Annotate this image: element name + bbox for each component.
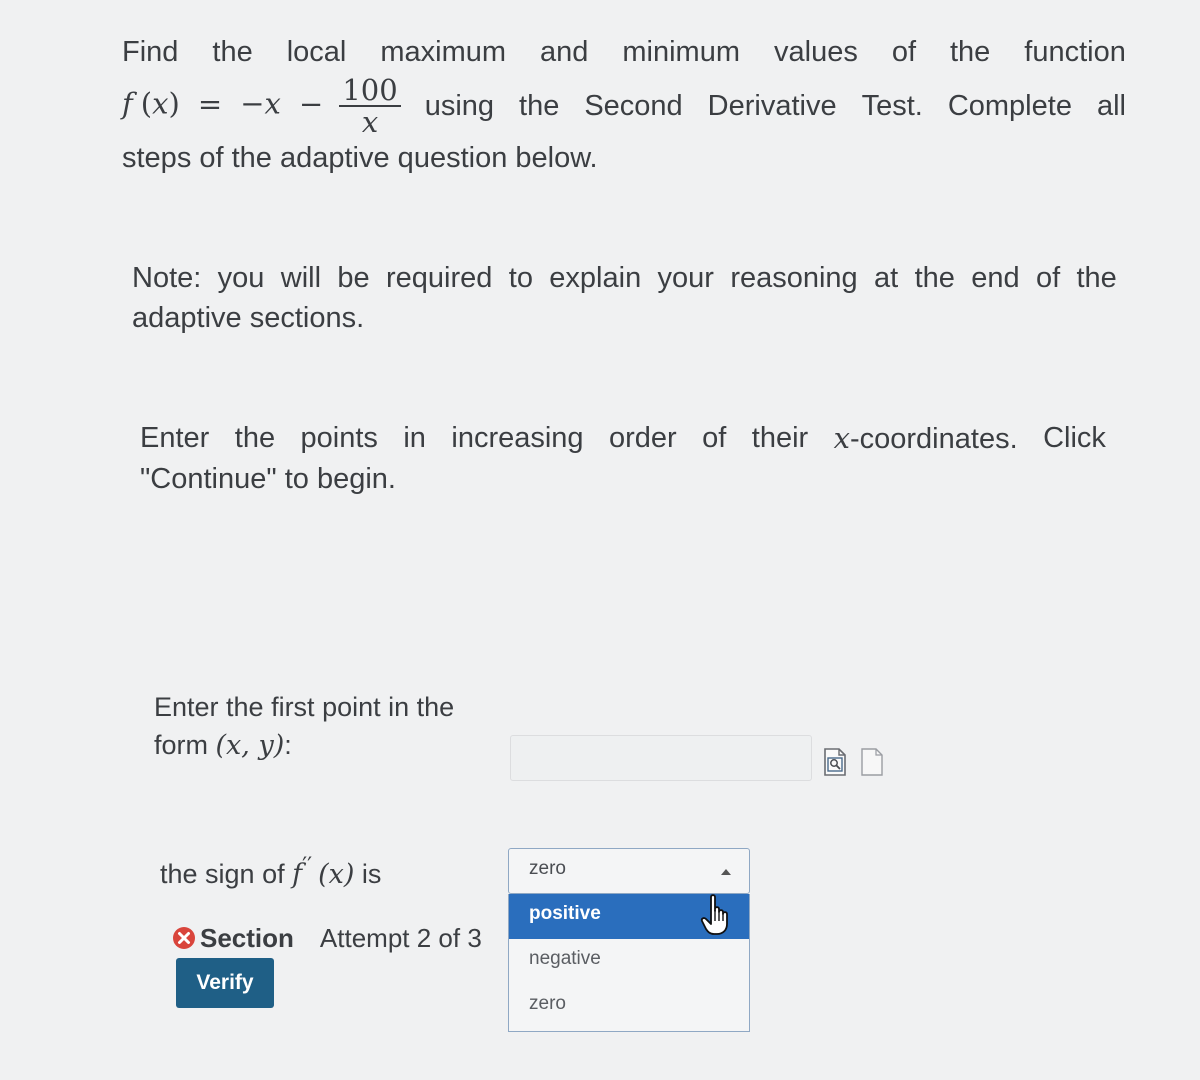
instructions-line-2: "Continue" to begin.: [140, 463, 396, 495]
second-derivative-arg: (x): [318, 859, 355, 890]
word: your: [657, 262, 714, 294]
word: you: [217, 262, 265, 294]
word: to: [508, 262, 533, 294]
section-title: Section: [200, 923, 294, 953]
problem-line-1: Find the local maximum and minimum value…: [122, 32, 1126, 72]
first-point-label-line-2: form (x, y):: [154, 726, 494, 765]
word: using: [424, 90, 495, 122]
function-name: f: [122, 86, 133, 121]
word: their: [751, 422, 809, 454]
word: required: [386, 262, 493, 294]
form-prefix: form: [154, 730, 216, 760]
word: Test.: [861, 90, 923, 122]
paren-open: (: [140, 86, 153, 121]
word: order: [609, 422, 677, 454]
word: Second: [584, 90, 683, 122]
function-formula: f (x) = −x − 100 x: [122, 75, 409, 137]
second-derivative-primes: ′′: [302, 854, 313, 879]
word: the: [914, 262, 955, 294]
word: the: [1076, 262, 1117, 294]
function-line: f (x) = −x − 100 x using the Second Deri…: [122, 74, 1126, 138]
word: and: [540, 36, 589, 68]
word: the: [212, 36, 253, 68]
coordinates-word: x-coordinates.: [834, 418, 1018, 459]
caret-up-icon: [721, 869, 731, 875]
hand-pointer-icon: [700, 894, 728, 935]
negative-x-term: −x: [240, 86, 281, 121]
sign-question-label: the sign of f′′ (x) is: [160, 848, 381, 894]
problem-statement: Find the local maximum and minimum value…: [122, 32, 1126, 178]
instructions-line-1: Enter the points in increasing order of …: [140, 418, 1106, 459]
coord-variable: x: [833, 421, 850, 455]
section-status: Section Attempt 2 of 3: [172, 920, 482, 956]
word: Note:: [132, 262, 202, 294]
problem-line-3: steps of the adaptive question below.: [122, 142, 598, 174]
x-circle-icon: [173, 927, 195, 950]
note-line-1: Note: you will be required to explain yo…: [132, 258, 1117, 298]
minus-sign: −: [298, 86, 324, 121]
note-text: Note: you will be required to explain yo…: [132, 258, 1117, 338]
word: the: [519, 90, 560, 122]
instructions-text: Enter the points in increasing order of …: [140, 418, 1106, 499]
first-point-input[interactable]: [510, 735, 812, 781]
word: be: [337, 262, 370, 294]
word: points: [300, 422, 378, 454]
verify-button[interactable]: Verify: [176, 958, 274, 1008]
word: Derivative: [707, 90, 837, 122]
word: local: [286, 36, 347, 68]
word: of: [702, 422, 727, 454]
dropdown-selected-value: zero: [529, 858, 566, 879]
fraction: 100 x: [339, 75, 401, 139]
preview-document-icon[interactable]: [824, 748, 846, 776]
word: Click: [1043, 422, 1106, 454]
problem-line-2-words: using the Second Derivative Test. Comple…: [425, 86, 1126, 126]
sign-suffix: is: [354, 859, 382, 889]
word: reasoning: [730, 262, 858, 294]
word: end: [971, 262, 1020, 294]
word: of: [891, 36, 916, 68]
word: at: [874, 262, 899, 294]
word: minimum: [622, 36, 741, 68]
word: in: [403, 422, 426, 454]
word: the: [949, 36, 991, 68]
word: maximum: [380, 36, 507, 68]
word: Enter: [140, 422, 210, 454]
word: increasing: [451, 422, 584, 454]
first-point-label: Enter the first point in the form (x, y)…: [154, 688, 494, 765]
paren-close: ): [168, 86, 180, 121]
fraction-denominator: x: [361, 105, 379, 139]
equals-sign: =: [197, 86, 223, 121]
dropdown-option-negative[interactable]: negative: [509, 939, 749, 984]
form-suffix: :: [284, 730, 292, 760]
word: explain: [549, 262, 642, 294]
dropdown-option-zero[interactable]: zero: [509, 984, 749, 1029]
word: Complete: [947, 90, 1072, 122]
sign-prefix: the sign of: [160, 859, 293, 889]
form-math: (x, y): [215, 730, 285, 761]
word: of: [1035, 262, 1061, 294]
word: values: [774, 36, 858, 68]
word: all: [1096, 90, 1126, 122]
word: will: [280, 262, 322, 294]
attempt-counter: Attempt 2 of 3: [319, 923, 482, 953]
function-variable: x: [152, 86, 169, 121]
note-line-2: adaptive sections.: [132, 302, 365, 334]
word: the: [234, 422, 276, 454]
sign-dropdown[interactable]: zero: [508, 848, 750, 894]
blank-sheet-icon[interactable]: [861, 748, 883, 776]
second-derivative-name: f: [292, 859, 303, 890]
fraction-numerator: 100: [339, 75, 401, 107]
word: function: [1024, 36, 1126, 68]
coord-suffix: -coordinates.: [849, 423, 1018, 455]
word: Find: [122, 36, 179, 68]
first-point-label-line-1: Enter the first point in the: [154, 692, 455, 722]
